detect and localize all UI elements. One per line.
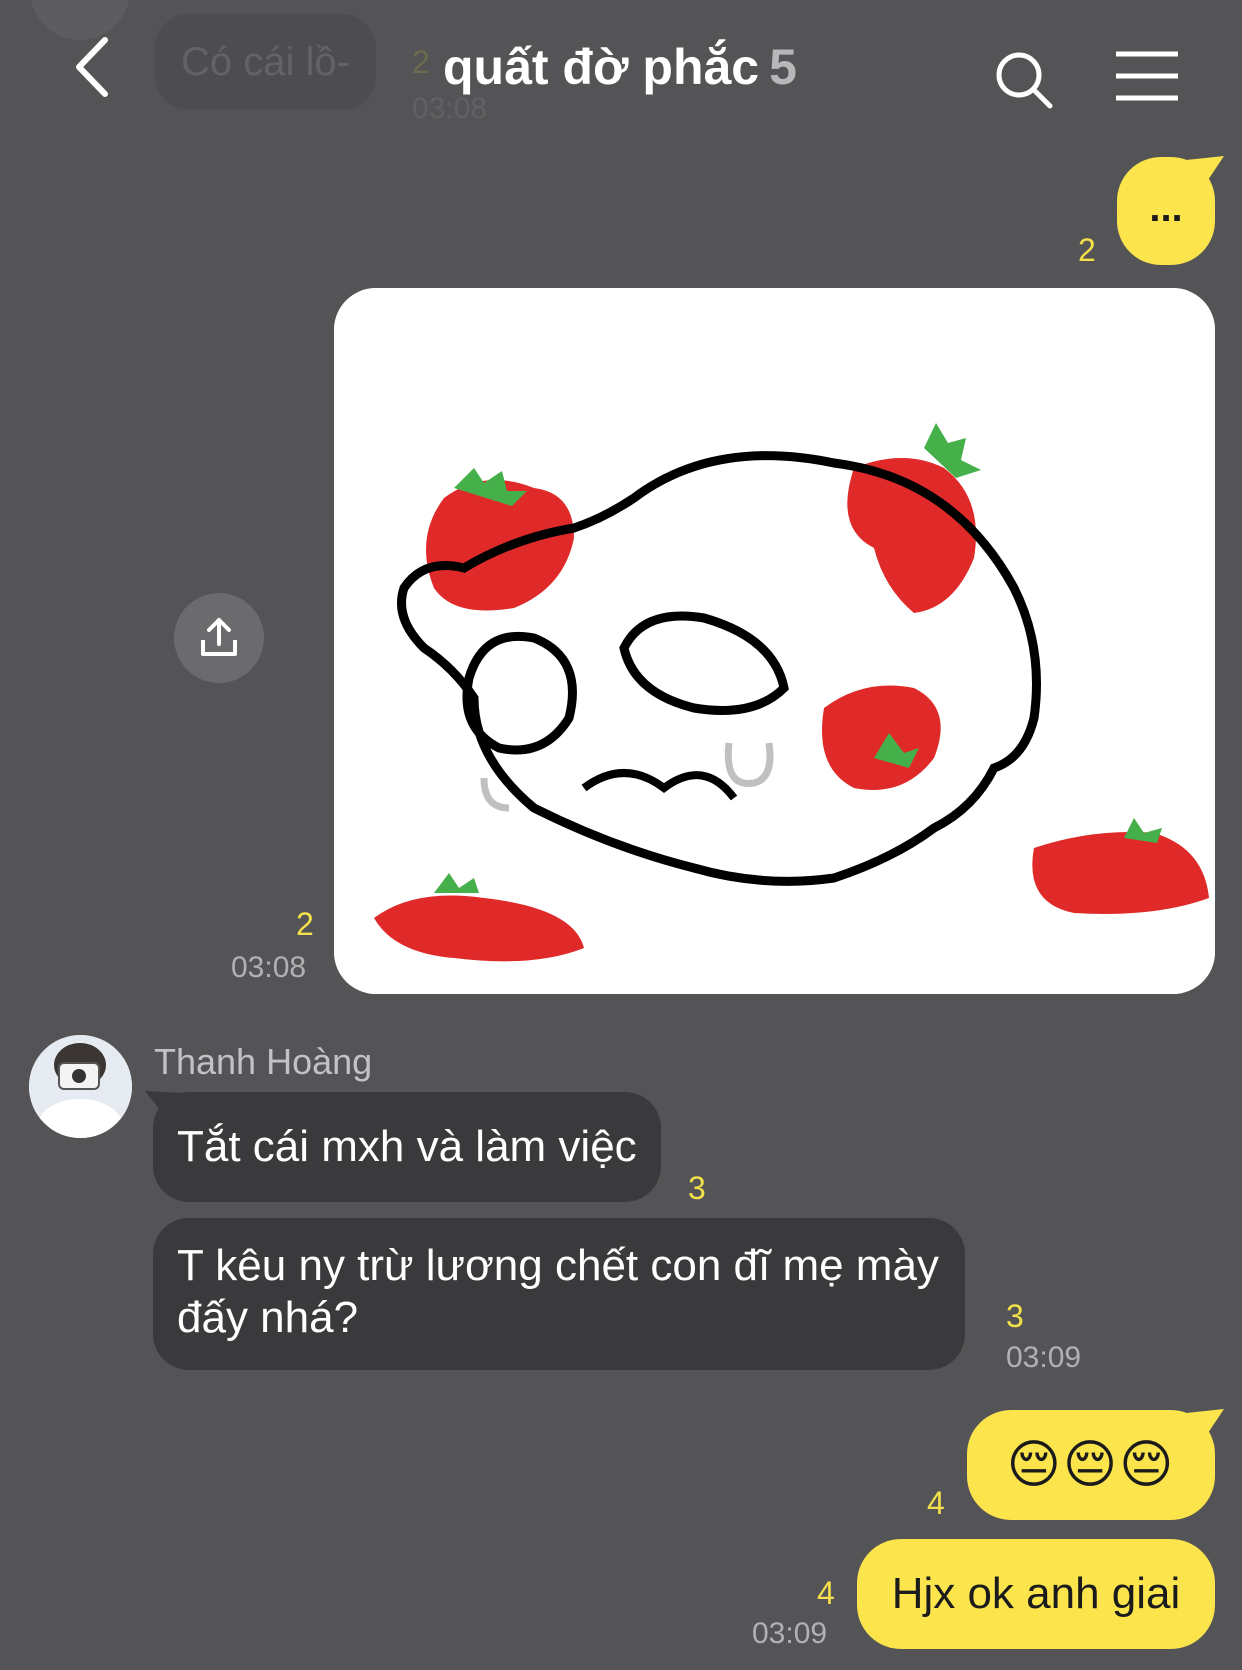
my-message-bubble[interactable]: 😔😔😔 (967, 1410, 1215, 1520)
share-button[interactable] (174, 593, 264, 683)
search-icon (996, 52, 1053, 109)
read-count: 2 (296, 906, 314, 942)
my-message-bubble[interactable]: Hjx ok anh giai (857, 1539, 1215, 1649)
their-message-bubble[interactable]: Tắt cái mxh và làm việc (153, 1092, 661, 1202)
image-message[interactable] (334, 288, 1215, 994)
read-count: 2 (1078, 232, 1096, 268)
read-count: 4 (927, 1485, 945, 1521)
message-timestamp: 03:09 (752, 1617, 828, 1650)
sender-name: Thanh Hoàng (154, 1041, 373, 1082)
bubble-tail (1186, 156, 1224, 186)
message-text: 😔😔😔 (1006, 1436, 1176, 1494)
hamburger-menu-icon (1116, 51, 1178, 101)
skull-strawberry-sticker (334, 288, 1215, 994)
avatar[interactable] (29, 1035, 132, 1138)
share-upload-icon (201, 618, 237, 656)
search-button[interactable] (990, 46, 1060, 116)
back-button[interactable] (58, 32, 128, 102)
message-text: T kêu ny trừ lương chết con đĩ mẹ mày đấ… (177, 1241, 939, 1342)
message-timestamp: 03:08 (231, 951, 307, 984)
avatar-photo (29, 1035, 132, 1138)
read-count: 3 (1006, 1298, 1024, 1334)
back-chevron-icon (76, 37, 108, 97)
message-timestamp: 03:09 (1006, 1341, 1082, 1374)
message-text: ... (1149, 185, 1183, 230)
chat-name: quất đờ phắc (443, 39, 760, 95)
bubble-tail (1186, 1409, 1224, 1439)
chat-title: quất đờ phắc 5 (443, 38, 797, 96)
message-text: Tắt cái mxh và làm việc (177, 1122, 637, 1171)
chat-header: Có cái lồ- 2 03:08 quất đờ phắc 5 (0, 0, 1242, 140)
their-message-bubble[interactable]: T kêu ny trừ lương chết con đĩ mẹ mày đấ… (153, 1218, 965, 1370)
member-count: 5 (769, 39, 797, 95)
scrolled-message-bubble: Có cái lồ- (155, 14, 376, 110)
read-count: 3 (688, 1170, 706, 1206)
read-count: 4 (817, 1575, 835, 1611)
menu-button[interactable] (1112, 48, 1182, 104)
message-text: Hjx ok anh giai (891, 1569, 1181, 1618)
scrolled-timestamp: 03:08 (412, 92, 488, 125)
scrolled-read-count: 2 (412, 44, 430, 80)
